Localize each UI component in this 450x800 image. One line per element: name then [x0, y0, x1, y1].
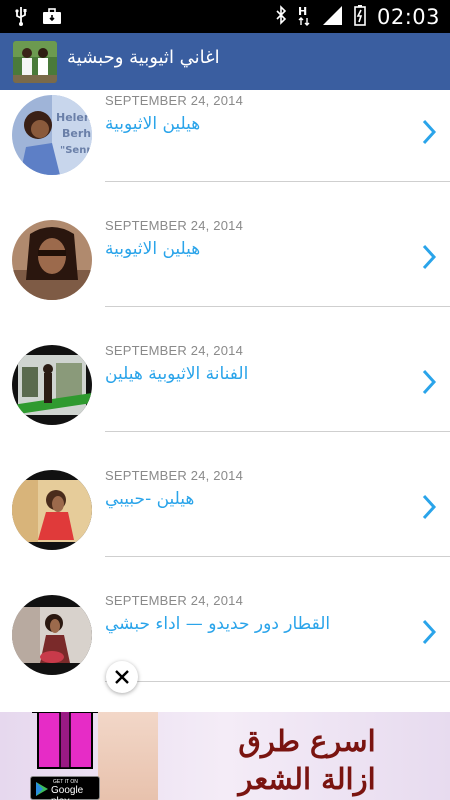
thumbnail [12, 220, 92, 300]
app-title: اغاني اثيوبية وحبشية [67, 47, 220, 68]
status-bar: H 02:03 [0, 0, 450, 33]
thumbnail [12, 345, 92, 425]
app-logo[interactable] [13, 41, 57, 83]
thumb-text-2: Berh [62, 127, 91, 140]
chevron-right-icon [422, 619, 437, 645]
post-title: هيلين الاثيوبية [105, 239, 201, 259]
close-icon [115, 670, 129, 684]
briefcase-icon [42, 7, 62, 29]
post-title: الفنانة الاثيوبية هيلين [105, 364, 249, 384]
post-title: هيلين الاثيوبية [105, 114, 201, 134]
thumbnail [12, 595, 92, 675]
post-date: SEPTEMBER 24, 2014 [105, 593, 243, 608]
chevron-right-icon [422, 494, 437, 520]
svg-text:H: H [298, 5, 307, 18]
store-big-label: Google play [51, 785, 84, 800]
thumb-text-1: Helen [56, 111, 92, 124]
gift-icon [32, 712, 98, 769]
bluetooth-icon [275, 5, 287, 29]
chevron-right-icon [422, 119, 437, 145]
ad-headline-1: اسرع طرق [238, 724, 376, 758]
signal-icon [321, 4, 343, 30]
status-time: 02:03 [376, 5, 440, 29]
thumb-text-3: "Senn [60, 145, 92, 156]
song-list: Helen Berh "Senn SEPTEMBER 24, 2014 هيلي… [0, 90, 450, 710]
divider [105, 306, 450, 307]
ad-headline-2: ازالة الشعر [238, 762, 376, 796]
network-h-icon: H [297, 4, 311, 30]
list-item[interactable]: Helen Berh "Senn SEPTEMBER 24, 2014 هيلي… [0, 90, 450, 203]
chevron-right-icon [422, 369, 437, 395]
usb-icon [14, 6, 28, 30]
battery-icon [353, 4, 367, 30]
divider [105, 556, 450, 557]
ad-image [98, 712, 158, 800]
chevron-right-icon [422, 244, 437, 270]
post-date: SEPTEMBER 24, 2014 [105, 218, 243, 233]
list-item[interactable]: SEPTEMBER 24, 2014 هيلين الاثيوبية [0, 203, 450, 328]
post-title: هيلين -حبيبي [105, 489, 195, 509]
thumbnail [12, 470, 92, 550]
list-item[interactable]: SEPTEMBER 24, 2014 هيلين -حبيبي [0, 453, 450, 578]
thumbnail: Helen Berh "Senn [12, 95, 92, 175]
divider [105, 431, 450, 432]
post-title: القطار دور حديدو — اداء حبشي [105, 614, 331, 634]
divider [105, 681, 450, 682]
action-bar: اغاني اثيوبية وحبشية [0, 33, 450, 90]
list-item[interactable]: SEPTEMBER 24, 2014 الفنانة الاثيوبية هيل… [0, 328, 450, 453]
post-date: SEPTEMBER 24, 2014 [105, 468, 243, 483]
divider [105, 181, 450, 182]
post-date: SEPTEMBER 24, 2014 [105, 343, 243, 358]
list-item[interactable]: SEPTEMBER 24, 2014 القطار دور حديدو — اد… [0, 578, 450, 703]
close-ad-button[interactable] [106, 661, 138, 693]
post-date: SEPTEMBER 24, 2014 [105, 93, 243, 108]
play-store-icon [36, 782, 48, 796]
google-play-badge[interactable]: GET IT ON Google play [30, 776, 100, 800]
